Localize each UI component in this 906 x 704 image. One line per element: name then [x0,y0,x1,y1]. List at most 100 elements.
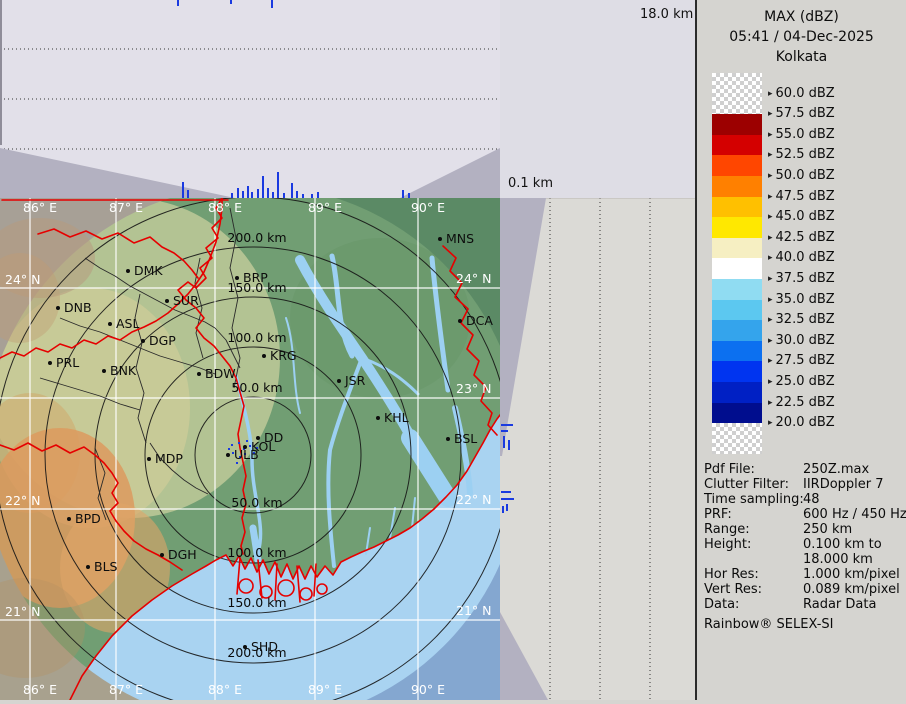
threshold-arrow-icon: ▸ [768,89,773,99]
threshold-arrow-icon: ▸ [768,150,773,160]
colorbar-cell [712,114,762,135]
city-dot [197,372,201,376]
colorbar-cell [712,135,762,156]
colorbar-threshold-label: ▸35.0 dBZ [768,292,835,307]
metadata-value: IIRDoppler 7 [803,477,884,492]
metadata-row: PRF:600 Hz / 450 Hz [704,507,902,522]
threshold-arrow-icon: ▸ [768,130,773,140]
beam-blind-wedge-top [500,198,546,456]
city-label: DCA [466,313,493,328]
longitude-label: 86° E [23,200,57,215]
longitude-label: 89° E [308,682,342,697]
longitude-label: 89° E [308,200,342,215]
longitude-label: 90° E [411,200,445,215]
city-label: BRP [243,270,268,285]
colorbar-threshold-label: ▸57.5 dBZ [768,106,835,121]
height-gridlines [550,198,650,700]
city-dot [102,369,106,373]
city-dot [235,276,239,280]
city-label: ASL [116,316,139,331]
metadata-value: 250Z.max [803,462,869,477]
colorbar-cell [712,176,762,197]
metadata-row: Data:Radar Data [704,597,902,612]
product-title-block: MAX (dBZ) 05:41 / 04-Dec-2025 Kolkata [697,7,906,67]
city-label: SHD [251,639,278,654]
beam-blind-wedge-right [400,148,500,198]
metadata-value: 250 km [803,522,852,537]
metadata-label: Pdf File: [704,462,755,477]
ring-distance-label: 50.0 km [231,380,282,395]
metadata-label: Height: [704,537,751,552]
longitude-label: 87° E [109,682,143,697]
metadata-label: Hor Res: [704,567,759,582]
city-label: DNB [64,300,92,315]
threshold-arrow-icon: ▸ [768,274,773,284]
city-dot [160,553,164,557]
longitude-label: 87° E [109,200,143,215]
metadata-label: Vert Res: [704,582,762,597]
city-label: BDW [205,366,236,381]
city-label: SUR [173,293,199,308]
colorbar-threshold-label: ▸45.0 dBZ [768,209,835,224]
city-dot [337,379,341,383]
latitude-label: 21° N [5,604,40,619]
panel-left-edge [0,0,2,145]
city-dot [458,319,462,323]
city-dot [48,361,52,365]
city-label: DGP [149,333,176,348]
metadata-label: Clutter Filter: [704,477,789,492]
threshold-arrow-icon: ▸ [768,253,773,263]
colorbar-cell [712,403,762,424]
right-height-projection-panel [500,198,695,700]
metadata-value: 600 Hz / 450 Hz [803,507,906,522]
metadata-row: 18.000 km [704,552,902,567]
metadata-value: 0.100 km to [803,537,882,552]
colorbar-threshold-label: ▸55.0 dBZ [768,127,835,142]
colorbar-cell [712,320,762,341]
dbz-colorbar [712,73,762,454]
metadata-label: Time sampling: [704,492,804,507]
height-scale-max-label: 18.0 km [640,7,693,22]
latitude-label: 22° N [5,493,40,508]
radar-application-window: { "header": { "product": "MAX (dBZ)", "t… [0,0,906,700]
city-dot [446,437,450,441]
product-name: MAX (dBZ) [697,7,906,27]
colorbar-threshold-label: ▸20.0 dBZ [768,415,835,430]
right-projection-canvas [500,198,695,700]
city-label: KRG [270,348,297,363]
height-scale-corner-panel: 18.0 km 0.1 km [500,0,695,198]
city-label: PRL [56,355,79,370]
colorbar-threshold-label: ▸37.5 dBZ [768,271,835,286]
colorbar-threshold-label: ▸22.5 dBZ [768,395,835,410]
map-canvas[interactable]: 50.0 km50.0 km100.0 km100.0 km150.0 km15… [0,198,500,700]
colorbar-threshold-label: ▸52.5 dBZ [768,147,835,162]
longitude-label: 90° E [411,682,445,697]
city-label: MNS [446,231,474,246]
city-dot [86,565,90,569]
city-dot [243,645,247,649]
city-label: JSR [344,373,366,388]
metadata-value: 1.000 km/pixel [803,567,900,582]
metadata-row: Hor Res: 1.000 km/pixel [704,567,902,582]
city-label: BNK [110,363,137,378]
product-metadata: Pdf File: 250Z.max Clutter Filter: IIRDoppl… [704,462,902,612]
metadata-label: Range: [704,522,750,537]
station-name: Kolkata [697,47,906,67]
city-dot [108,322,112,326]
ring-distance-label: 200.0 km [227,230,286,245]
metadata-value: 0.089 km/pixel [803,582,900,597]
metadata-label: PRF: [704,507,732,522]
city-dot [438,237,442,241]
colorbar-threshold-label: ▸50.0 dBZ [768,168,835,183]
radar-map-view[interactable]: 50.0 km50.0 km100.0 km100.0 km150.0 km15… [0,198,500,700]
threshold-arrow-icon: ▸ [768,398,773,408]
colorbar-threshold-label: ▸42.5 dBZ [768,230,835,245]
colorbar-cell [712,423,762,454]
city-label: BPD [75,511,101,526]
threshold-arrow-icon: ▸ [768,315,773,325]
colorbar-cell [712,155,762,176]
colorbar-cell [712,341,762,362]
colorbar-cell [712,361,762,382]
threshold-arrow-icon: ▸ [768,109,773,119]
colorbar-threshold-label: ▸32.5 dBZ [768,312,835,327]
